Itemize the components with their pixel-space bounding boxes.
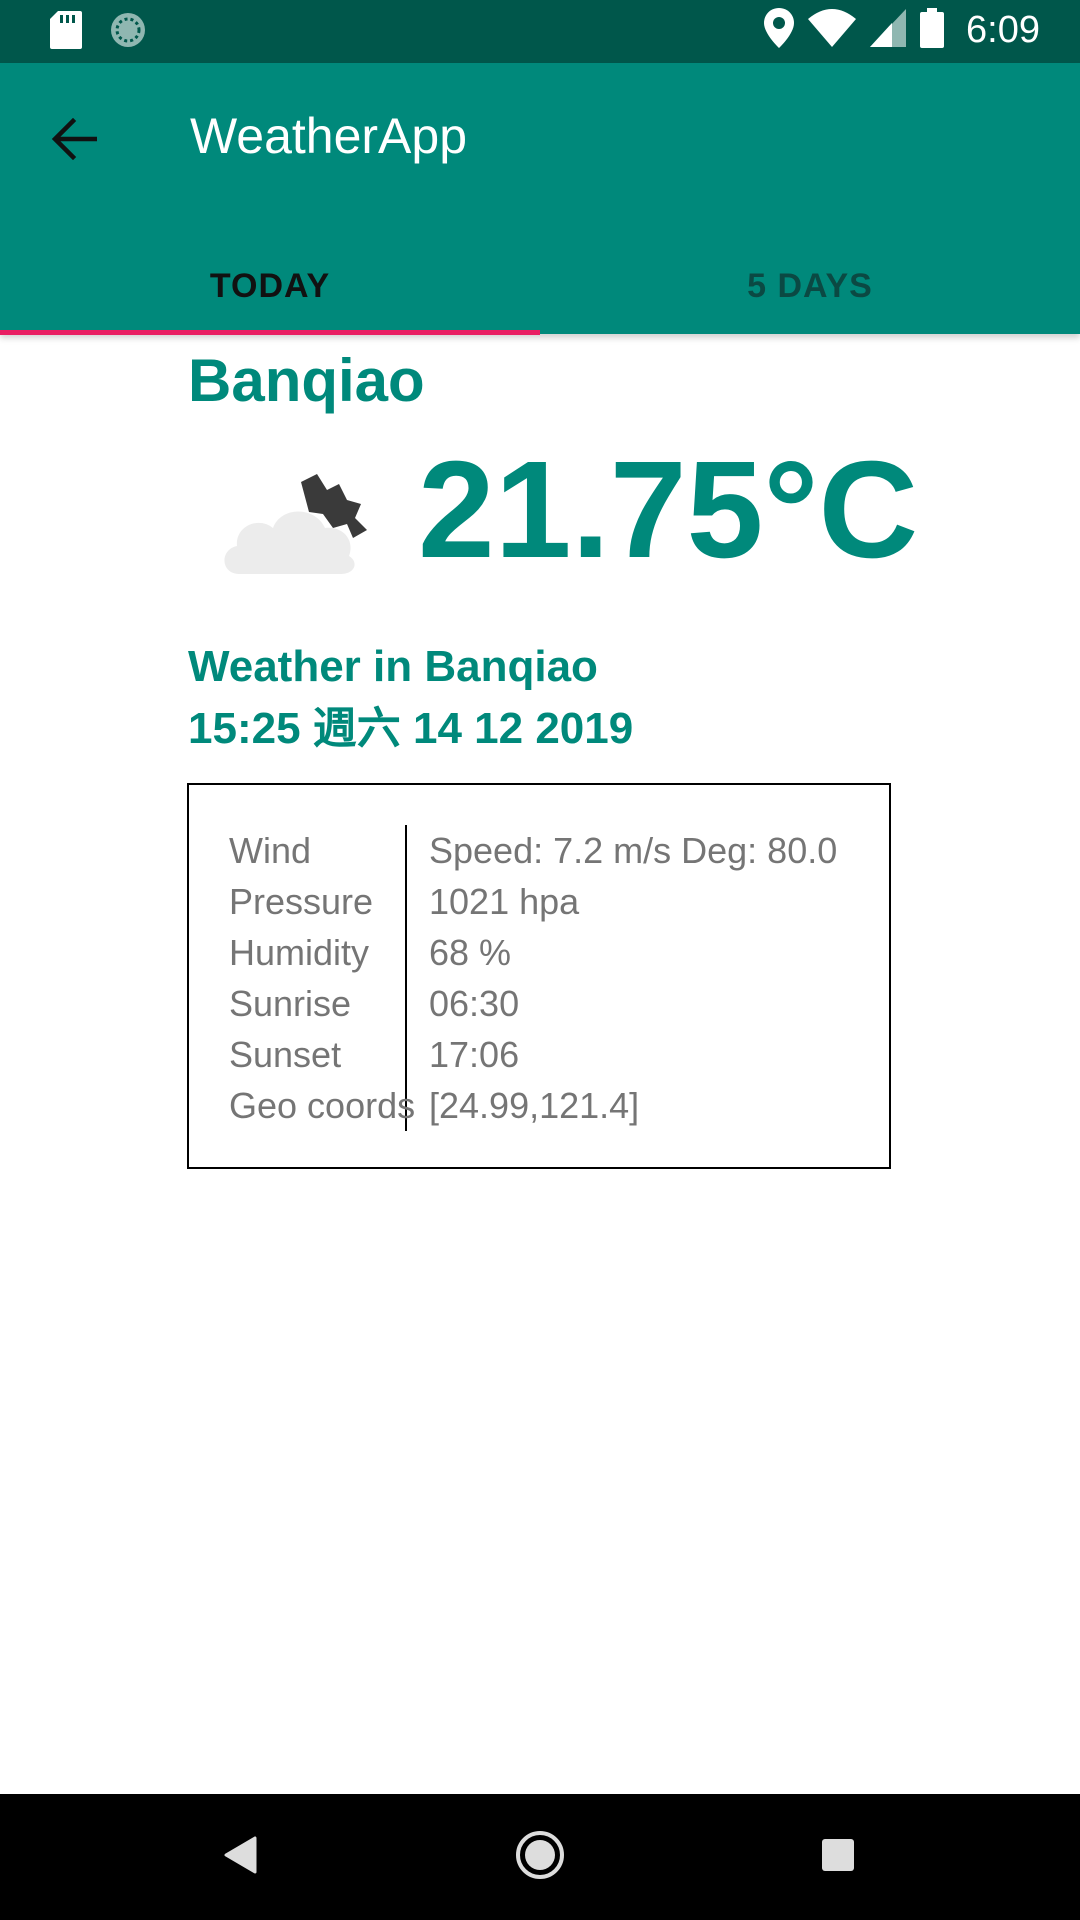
system-nav-bar <box>0 1794 1080 1920</box>
sd-card-icon <box>50 11 82 53</box>
detail-value-pressure: 1021 hpa <box>429 881 580 922</box>
home-circle-icon <box>514 1829 566 1885</box>
signal-icon <box>870 9 907 51</box>
detail-value-wind: Speed: 7.2 m/s Deg: 80.0 <box>429 830 838 871</box>
app-bar: WeatherApp TODAY 5 DAYS <box>0 63 1080 335</box>
battery-icon <box>920 8 945 52</box>
detail-label-sunrise: Sunrise <box>229 983 352 1024</box>
tab-5-days[interactable]: 5 DAYS <box>540 239 1080 334</box>
nav-back-button[interactable] <box>205 1822 275 1892</box>
temperature: 21.75°C <box>418 433 919 587</box>
weather-heading: Weather in Banqiao <box>188 642 598 691</box>
detail-label-geo-coords: Geo coords <box>229 1085 416 1126</box>
tab-today[interactable]: TODAY <box>0 239 540 334</box>
weather-datetime: 15:25 週六 14 12 2019 <box>188 704 634 753</box>
city-name: Banqiao <box>188 347 425 414</box>
detail-value-sunrise: 06:30 <box>429 983 520 1024</box>
tab-indicator <box>0 330 540 335</box>
cloud-night-icon <box>215 470 375 580</box>
wifi-icon <box>808 9 857 51</box>
back-button[interactable] <box>44 111 104 171</box>
weather-details-table: Wind Pressure Humidity Sunrise Sunset Ge… <box>187 783 891 1169</box>
details-values-column: Speed: 7.2 m/s Deg: 80.0 1021 hpa 68 % 0… <box>407 825 837 1131</box>
arrow-back-icon <box>51 117 98 164</box>
detail-label-sunset: Sunset <box>229 1034 342 1075</box>
status-bar: 6:09 <box>0 0 1080 63</box>
app-title: WeatherApp <box>190 108 468 164</box>
recents-square-icon <box>821 1838 855 1876</box>
detail-value-geo-coords: [24.99,121.4] <box>429 1085 640 1126</box>
detail-label-pressure: Pressure <box>229 881 374 922</box>
tab-bar: TODAY 5 DAYS <box>0 239 1080 334</box>
detail-value-sunset: 17:06 <box>429 1034 520 1075</box>
detail-label-humidity: Humidity <box>229 932 370 973</box>
status-time: 6:09 <box>966 8 1040 51</box>
detail-label-wind: Wind <box>229 830 312 871</box>
nav-home-button[interactable] <box>505 1822 575 1892</box>
back-triangle-icon <box>223 1836 257 1878</box>
weather-subtitle: Weather in Banqiao 15:25 週六 14 12 2019 <box>188 636 633 760</box>
sync-icon <box>108 10 148 54</box>
location-icon <box>764 8 795 52</box>
details-labels-column: Wind Pressure Humidity Sunrise Sunset Ge… <box>229 825 416 1131</box>
detail-value-humidity: 68 % <box>429 932 512 973</box>
nav-recents-button[interactable] <box>803 1822 873 1892</box>
